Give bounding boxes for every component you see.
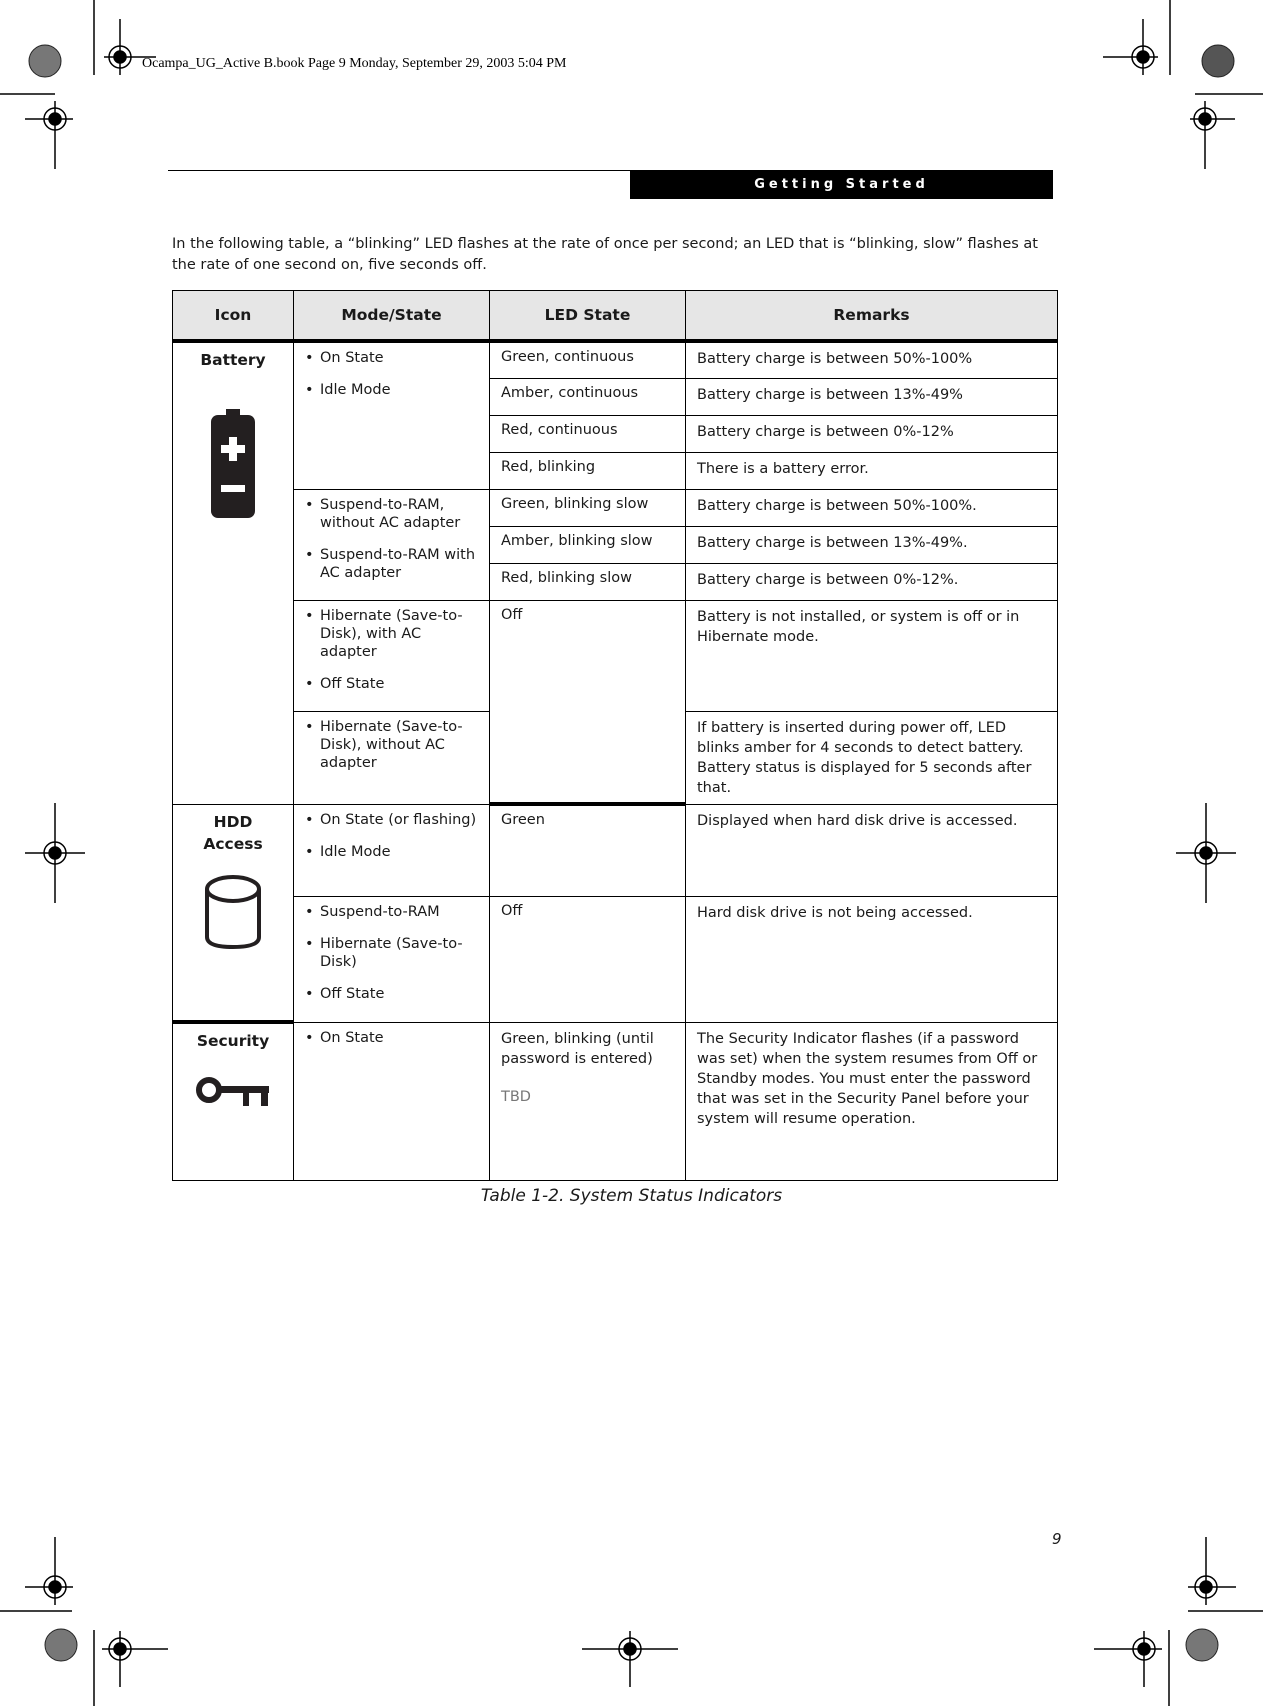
security-icon-cell: Security [172, 1021, 294, 1181]
hard-disk-icon [205, 874, 261, 949]
led-state: Amber, blinking slow [489, 525, 686, 564]
mode-item: Suspend-to-RAM, without AC adapter [305, 496, 478, 532]
led-state: Off [489, 599, 686, 806]
remark: If battery is inserted during power off,… [685, 710, 1058, 805]
mode-item: Idle Mode [305, 843, 478, 861]
system-status-table: Icon Mode/State LED State Remarks Batter… [172, 290, 1058, 1181]
intro-paragraph: In the following table, a “blinking” LED… [172, 236, 1038, 273]
mode-item: Hibernate (Save-to-Disk), without AC ada… [305, 718, 478, 772]
led-state: Green, blinking slow [489, 488, 686, 527]
table-row: Battery On State Idle Mode Green, contin… [172, 340, 1058, 805]
remark: Battery is not installed, or system is o… [685, 599, 1058, 712]
remark: Displayed when hard disk drive is access… [685, 803, 1058, 897]
led-state: Red, continuous [489, 414, 686, 453]
battery-label: Battery [200, 351, 266, 369]
led-state: Amber, continuous [489, 377, 686, 416]
hdd-label: HDD Access [203, 812, 263, 853]
mode-item: On State [305, 349, 478, 367]
header-icon: Icon [172, 290, 294, 343]
table-caption: Table 1-2. System Status Indicators [480, 1186, 783, 1206]
security-modes: On State [293, 1021, 490, 1181]
mode-item: Off State [305, 675, 478, 693]
hdd-modes-off: Suspend-to-RAM Hibernate (Save-to-Disk) … [293, 895, 490, 1023]
book-file-header: Ocampa_UG_Active B.book Page 9 Monday, S… [142, 56, 567, 71]
section-title: Getting Started [630, 170, 1053, 199]
battery-icon [211, 409, 255, 518]
header-remarks: Remarks [685, 290, 1058, 343]
table-row: HDD Access On State (or flashing) Idle M… [172, 803, 1058, 1024]
security-label: Security [196, 1032, 270, 1050]
mode-item: Suspend-to-RAM [305, 903, 478, 921]
led-state: Green [489, 803, 686, 897]
mode-item: On State (or flashing) [305, 811, 478, 829]
table-row: Suspend-to-RAM, without AC adapter Suspe… [173, 488, 1058, 601]
battery-modes-on: On State Idle Mode [293, 340, 490, 490]
hdd-modes-on: On State (or flashing) Idle Mode [293, 803, 490, 897]
mode-item: On State [305, 1029, 478, 1047]
remark: Battery charge is between 50%-100%. [685, 488, 1058, 527]
led-state: Off [489, 895, 686, 1023]
remark: There is a battery error. [685, 451, 1058, 490]
mode-item: Idle Mode [305, 381, 478, 399]
battery-modes-hibernate-no-ac: Hibernate (Save-to-Disk), without AC ada… [293, 710, 490, 805]
battery-modes-suspend: Suspend-to-RAM, without AC adapter Suspe… [293, 488, 490, 601]
table-row: Hibernate (Save-to-Disk), with AC adapte… [173, 599, 1058, 806]
remark: Battery charge is between 0%-12%. [685, 562, 1058, 601]
remark: Hard disk drive is not being accessed. [685, 895, 1058, 1023]
table-row: Suspend-to-RAM Hibernate (Save-to-Disk) … [173, 895, 1058, 1023]
led-state: Green, continuous [489, 340, 686, 379]
header-rule [168, 170, 630, 171]
remark: Battery charge is between 13%-49% [685, 377, 1058, 416]
page-number: 9 [1052, 1530, 1062, 1548]
hdd-icon-cell: HDD Access [172, 803, 294, 1024]
battery-modes-hibernate-ac: Hibernate (Save-to-Disk), with AC adapte… [293, 599, 490, 712]
mode-item: Off State [305, 985, 478, 1003]
mode-item: Hibernate (Save-to-Disk) [305, 935, 478, 971]
battery-icon-cell: Battery [172, 340, 294, 805]
led-state: Green, blinking (until password is enter… [501, 1030, 654, 1067]
remark: Battery charge is between 0%-12% [685, 414, 1058, 453]
mode-item: Hibernate (Save-to-Disk), with AC adapte… [305, 607, 478, 661]
led-note: TBD [501, 1088, 531, 1105]
table-row: Security On State Green, blinking (until… [172, 1021, 1058, 1181]
led-state: Red, blinking slow [489, 562, 686, 601]
header-led-state: LED State [489, 290, 686, 343]
header-mode-state: Mode/State [293, 290, 490, 343]
led-state: Red, blinking [489, 451, 686, 490]
table-header-row: Icon Mode/State LED State Remarks [172, 290, 1058, 343]
remark: The Security Indicator flashes (if a pas… [685, 1021, 1058, 1181]
key-icon [196, 1077, 269, 1106]
remark: Battery charge is between 13%-49%. [685, 525, 1058, 564]
led-state-cell: Green, blinking (until password is enter… [489, 1021, 686, 1181]
mode-item: Suspend-to-RAM with AC adapter [305, 546, 478, 582]
remark: Battery charge is between 50%-100% [685, 340, 1058, 379]
